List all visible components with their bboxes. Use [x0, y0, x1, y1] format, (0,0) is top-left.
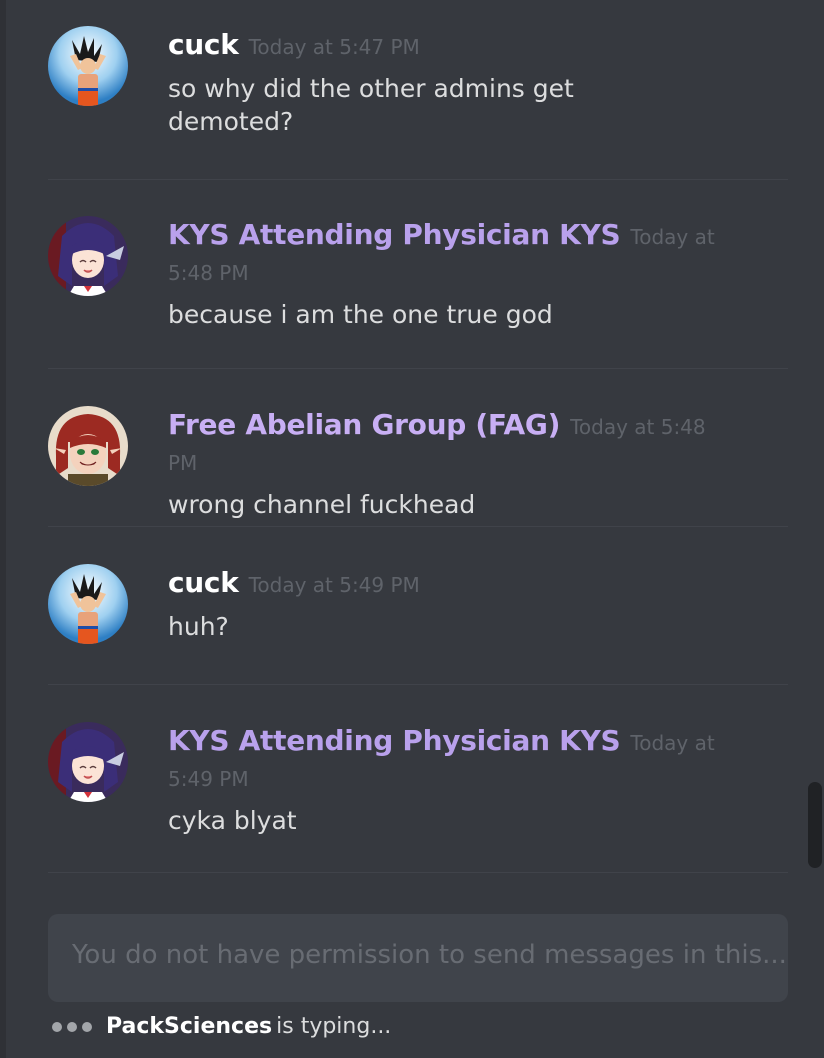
typing-username: PackSciences [106, 1014, 273, 1039]
avatar[interactable] [48, 722, 128, 802]
username[interactable]: KYS Attending Physician KYS [168, 218, 621, 251]
typing-dots-icon [52, 1021, 92, 1032]
goku-avatar-icon [48, 564, 128, 644]
timestamp: Today at 5:49 PM [248, 573, 420, 597]
message-list: cuck Today at 5:47 PM so why did the othe… [0, 0, 808, 900]
username[interactable]: cuck [168, 28, 239, 61]
avatar[interactable] [48, 216, 128, 296]
message: cuck Today at 5:49 PM huh? [48, 564, 788, 654]
typing-indicator: PackSciences is typing... [52, 1014, 391, 1039]
message: KYS Attending Physician KYS Today at 5:49… [48, 722, 788, 852]
anime-girl-avatar-icon [48, 216, 128, 296]
avatar[interactable] [48, 564, 128, 644]
message-input[interactable]: You do not have permission to send messa… [48, 914, 788, 1002]
username[interactable]: KYS Attending Physician KYS [168, 724, 621, 757]
scrollbar-track[interactable] [806, 0, 824, 900]
anime-girl-avatar-icon [48, 722, 128, 802]
message-divider [48, 368, 788, 369]
avatar[interactable] [48, 26, 128, 106]
goku-avatar-icon [48, 26, 128, 106]
message-divider [48, 526, 788, 527]
username[interactable]: Free Abelian Group (FAG) [168, 408, 560, 441]
message-content: cyka blyat [168, 806, 297, 835]
scrollbar-thumb[interactable] [808, 782, 822, 868]
message-content: because i am the one true god [168, 300, 553, 329]
message-content: huh? [168, 612, 229, 641]
message-content: so why did the other admins get demoted? [168, 74, 574, 136]
message-content: wrong channel fuckhead [168, 490, 476, 519]
message-divider [48, 684, 788, 685]
message-input-placeholder: You do not have permission to send messa… [72, 940, 787, 970]
message: KYS Attending Physician KYS Today at 5:48… [48, 216, 788, 346]
typing-text: is typing... [276, 1014, 392, 1039]
avatar[interactable] [48, 406, 128, 486]
redhead-avatar-icon [48, 406, 128, 486]
username[interactable]: cuck [168, 566, 239, 599]
message-divider [48, 872, 788, 873]
timestamp: Today at 5:47 PM [248, 35, 420, 59]
message-divider [48, 179, 788, 180]
message: Free Abelian Group (FAG) Today at 5:48 PM… [48, 406, 788, 519]
message: cuck Today at 5:47 PM so why did the othe… [48, 26, 788, 156]
